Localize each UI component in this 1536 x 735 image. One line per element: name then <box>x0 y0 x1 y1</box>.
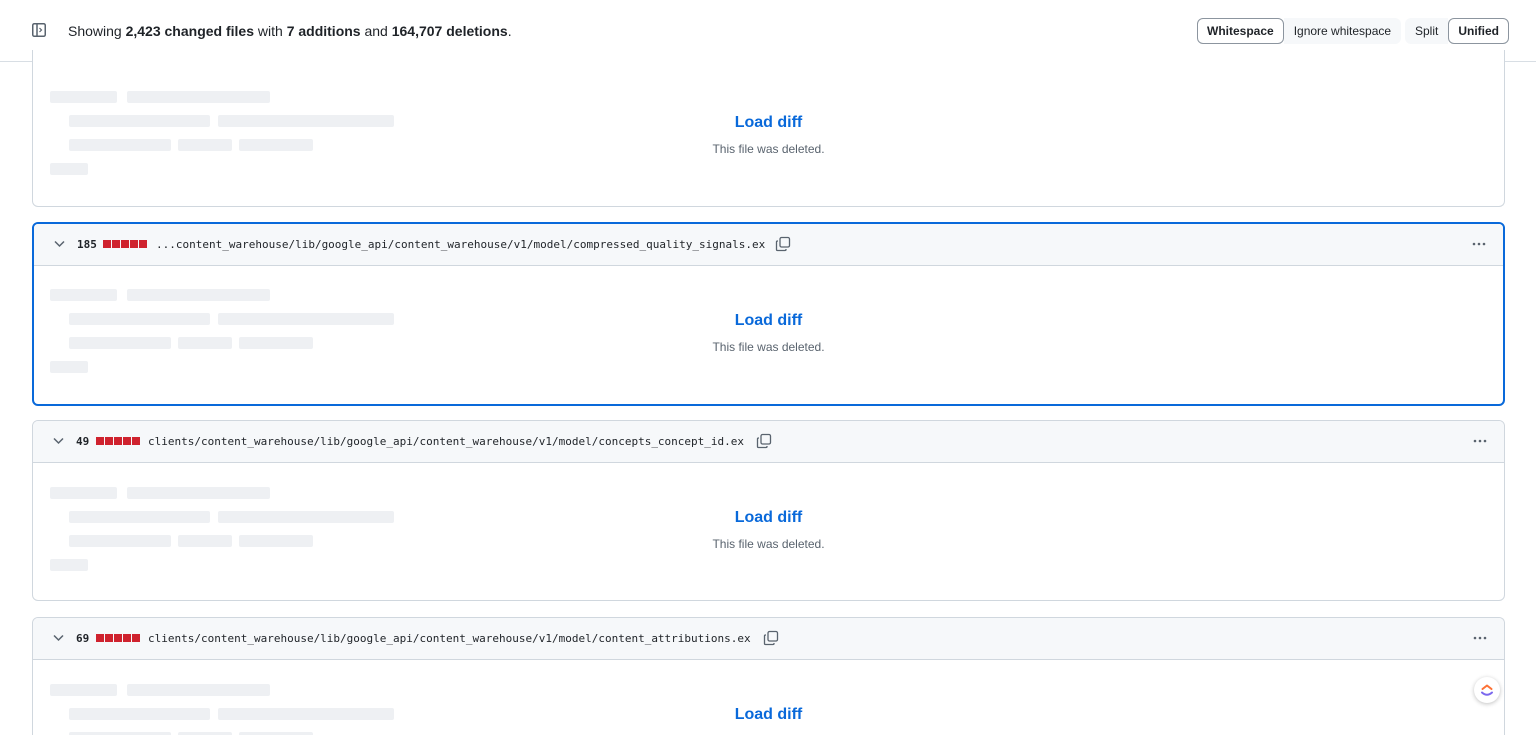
copy-icon[interactable] <box>775 236 791 252</box>
chevron-down-icon[interactable] <box>54 240 65 248</box>
skeleton-line <box>50 361 88 373</box>
kebab-horizontal-icon[interactable] <box>1472 433 1488 449</box>
file-diff-2: 49 clients/content_warehouse/lib/google_… <box>32 420 1505 601</box>
diffstat-bar <box>103 240 147 248</box>
deletions-count: 164,707 deletions <box>391 23 508 39</box>
skeleton-line <box>50 684 117 696</box>
file-deleted-note: This file was deleted. <box>712 537 825 551</box>
summary-prefix: Showing <box>68 23 122 39</box>
file-placeholder: Load diff This file was deleted. <box>33 50 1504 206</box>
diffstat-bar <box>96 634 140 642</box>
summary-with: with <box>257 23 283 39</box>
summary-suffix: . <box>507 23 512 39</box>
file-path[interactable]: clients/content_warehouse/lib/google_api… <box>148 632 751 646</box>
split-view-button[interactable]: Split <box>1405 18 1449 44</box>
load-diff-link[interactable]: Load diff <box>34 311 1503 331</box>
file-deleted-note: This file was deleted. <box>712 340 825 354</box>
load-diff-link[interactable]: Load diff <box>33 508 1504 528</box>
file-change-count: 69 <box>76 632 90 645</box>
file-path[interactable]: clients/content_warehouse/lib/google_api… <box>148 435 744 449</box>
chevron-down-icon[interactable] <box>53 634 64 642</box>
skeleton-line <box>50 91 117 103</box>
skeleton-line <box>50 163 88 175</box>
file-header: 69 clients/content_warehouse/lib/google_… <box>33 618 1504 660</box>
load-diff-link[interactable]: Load diff <box>33 705 1504 725</box>
kebab-horizontal-icon[interactable] <box>1471 236 1487 252</box>
diffstat-bar <box>96 437 140 445</box>
file-change-count: 49 <box>76 435 90 448</box>
chevron-down-icon[interactable] <box>53 437 64 445</box>
skeleton-line <box>127 91 270 103</box>
additions-count: 7 additions <box>286 23 361 39</box>
file-placeholder: Load diff This file was deleted. <box>34 266 1503 404</box>
summary-and: and <box>364 23 388 39</box>
file-diff-0: Load diff This file was deleted. <box>32 50 1505 207</box>
load-diff-link[interactable]: Load diff <box>33 113 1504 133</box>
skeleton-line <box>50 289 117 301</box>
changed-files-count: 2,423 changed files <box>125 23 254 39</box>
kebab-horizontal-icon[interactable] <box>1472 630 1488 646</box>
sidebar-expand-icon[interactable] <box>32 23 46 37</box>
file-placeholder: Load diff This file was deleted. <box>33 463 1504 600</box>
skeleton-line <box>127 684 270 696</box>
file-change-count: 185 <box>77 238 97 251</box>
unified-view-button[interactable]: Unified <box>1448 18 1510 44</box>
copy-icon[interactable] <box>756 433 772 449</box>
diff-view-toggle: Split Unified <box>1405 18 1510 44</box>
copy-icon[interactable] <box>763 630 779 646</box>
diff-summary: Showing 2,423 changed files with 7 addit… <box>68 22 512 40</box>
file-path[interactable]: ...content_warehouse/lib/google_api/cont… <box>156 238 765 252</box>
file-header: 49 clients/content_warehouse/lib/google_… <box>33 421 1504 463</box>
file-deleted-note: This file was deleted. <box>712 142 825 156</box>
skeleton-line <box>50 559 88 571</box>
skeleton-line <box>50 487 117 499</box>
whitespace-button[interactable]: Whitespace <box>1197 18 1284 44</box>
clickup-widget-button[interactable] <box>1474 677 1500 703</box>
ignore-whitespace-button[interactable]: Ignore whitespace <box>1283 18 1402 44</box>
file-diff-3: 69 clients/content_warehouse/lib/google_… <box>32 617 1505 735</box>
file-diff-1: 185 ...content_warehouse/lib/google_api/… <box>32 222 1505 406</box>
file-placeholder: Load diff <box>33 660 1504 735</box>
skeleton-line <box>127 487 270 499</box>
clickup-icon <box>1481 684 1493 696</box>
skeleton-line <box>127 289 270 301</box>
whitespace-toggle: Whitespace Ignore whitespace <box>1197 18 1402 44</box>
file-header: 185 ...content_warehouse/lib/google_api/… <box>34 224 1503 266</box>
